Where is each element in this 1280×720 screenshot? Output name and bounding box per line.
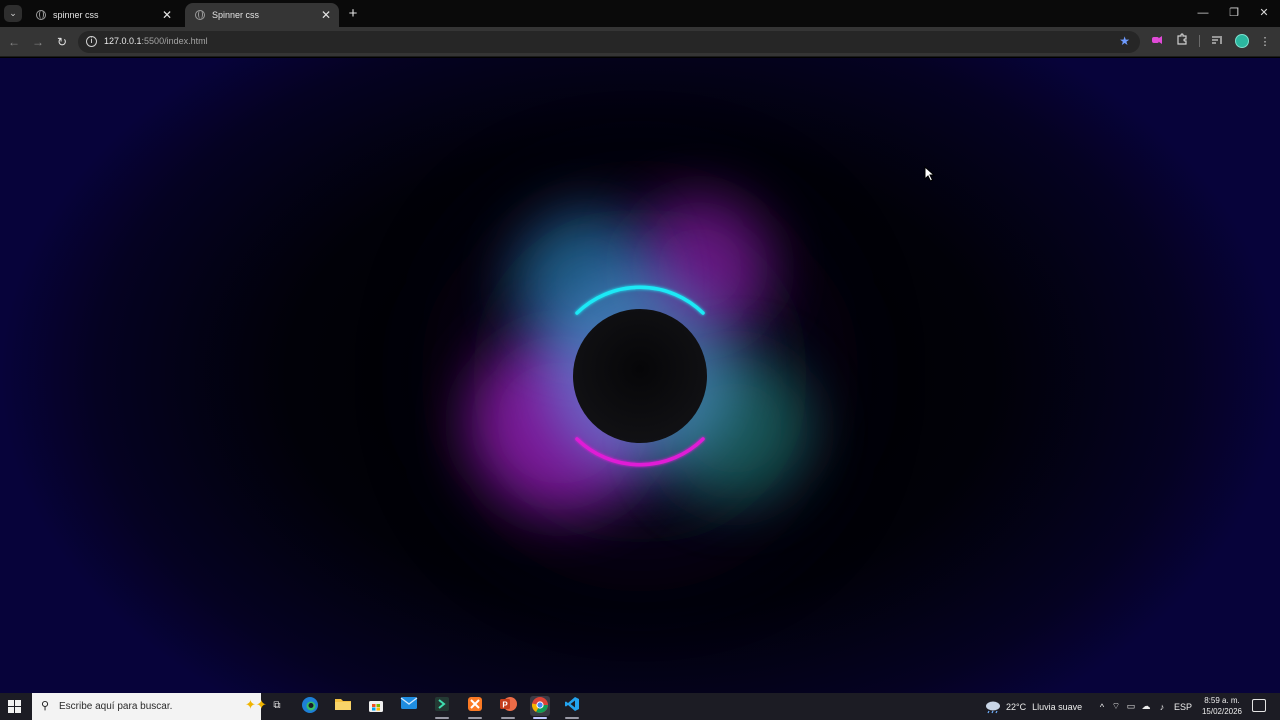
tab-spinner-css-1[interactable]: spinner css ✕ [26, 3, 180, 27]
extension-pink-glyph [1152, 36, 1162, 44]
reading-list-glyph [1212, 36, 1222, 44]
running-indicator [468, 717, 482, 719]
screen: ⌄ spinner css ✕ Spinner css ✕ + — ❐ ✕ ← … [0, 0, 1280, 720]
url-host: 127.0.0.1 [104, 36, 142, 46]
volume-icon[interactable]: ♪ [1154, 702, 1170, 712]
powerpoint-icon[interactable]: P [498, 696, 518, 716]
reading-list-icon[interactable] [1208, 33, 1226, 51]
weather-widget[interactable]: 22°C Lluvia suave [984, 693, 1082, 720]
language-indicator[interactable]: ESP [1174, 702, 1192, 712]
clock[interactable]: 8:59 a. m. 15/02/2026 [1197, 695, 1247, 717]
running-indicator [565, 717, 579, 719]
terminal-glyph [435, 697, 449, 711]
search-placeholder: Escribe aquí para buscar. [59, 701, 173, 712]
toolbar-separator [1199, 35, 1200, 47]
tab-close-icon[interactable]: ✕ [160, 8, 174, 22]
battery-icon[interactable]: ▭ [1124, 701, 1138, 712]
network-icon[interactable]: ⌔ [1108, 701, 1124, 712]
spinner [573, 285, 707, 467]
url-path: :5500/index.html [141, 36, 208, 46]
running-indicator [435, 717, 449, 719]
globe-icon [195, 10, 205, 20]
file-explorer-icon[interactable] [333, 696, 353, 716]
bookmark-star-icon[interactable]: ★ [1119, 34, 1130, 48]
vscode-glyph [565, 697, 579, 711]
spinner-core [573, 309, 707, 443]
forward-button[interactable]: → [28, 33, 48, 51]
puzzle-icon[interactable] [1173, 33, 1191, 51]
tab-spinner-css-2[interactable]: Spinner css ✕ [185, 3, 339, 27]
restore-button[interactable]: ❐ [1219, 4, 1249, 22]
taskbar-search[interactable]: ⚲ Escribe aquí para buscar. ✦✦ [32, 693, 267, 720]
page-viewport [0, 58, 1280, 693]
notification-icon[interactable] [1252, 699, 1266, 712]
store-glyph [369, 701, 383, 712]
running-indicator [501, 717, 515, 719]
onedrive-icon[interactable]: ☁ [1138, 701, 1154, 712]
chrome-icon[interactable] [530, 696, 550, 716]
site-info-icon[interactable]: i [86, 36, 97, 47]
globe-icon [36, 10, 46, 20]
mail-icon[interactable] [399, 696, 419, 716]
active-indicator [533, 717, 547, 719]
rain-cloud-icon [986, 701, 1000, 713]
powerpoint-glyph: P [500, 697, 517, 711]
menu-dots-icon[interactable]: ⋮ [1256, 33, 1274, 51]
profile-avatar[interactable] [1235, 34, 1249, 48]
sparkle-icon: ✦✦ [245, 697, 267, 712]
system-tray: ^ ⌔ ▭ ☁ ♪ ESP [1096, 693, 1192, 720]
mail-glyph [400, 697, 418, 709]
address-bar[interactable]: i 127.0.0.1:5500/index.html ★ [78, 31, 1140, 53]
reload-button[interactable]: ↻ [52, 33, 72, 51]
mouse-cursor-icon [924, 166, 936, 182]
minimize-button[interactable]: — [1188, 4, 1218, 22]
store-icon[interactable] [366, 696, 386, 716]
tab-title: Spinner css [212, 10, 260, 20]
tab-close-icon[interactable]: ✕ [319, 8, 333, 22]
back-button[interactable]: ← [4, 33, 24, 51]
search-icon: ⚲ [41, 700, 50, 712]
tab-search-button[interactable]: ⌄ [4, 5, 22, 22]
xampp-icon[interactable] [465, 696, 485, 716]
folder-glyph [335, 699, 351, 710]
windows-start-icon[interactable] [8, 700, 21, 713]
taskbar: ⚲ Escribe aquí para buscar. ✦✦ ⧉ P 22°C … [0, 693, 1280, 720]
puzzle-glyph [1177, 33, 1187, 45]
edge-icon[interactable] [300, 696, 320, 716]
chrome-glyph [531, 697, 548, 713]
vscode-icon[interactable] [562, 696, 582, 716]
close-window-button[interactable]: ✕ [1249, 4, 1279, 22]
tab-title: spinner css [53, 10, 99, 20]
clock-time: 8:59 a. m. [1204, 696, 1240, 705]
weather-temperature: 22°C [1006, 701, 1027, 712]
new-tab-button[interactable]: + [344, 5, 362, 22]
terminal-app-icon[interactable] [432, 696, 452, 716]
url-text[interactable]: 127.0.0.1:5500/index.html [104, 36, 208, 46]
clock-date: 15/02/2026 [1201, 707, 1243, 716]
edge-glyph [302, 697, 318, 713]
tab-strip: ⌄ spinner css ✕ Spinner css ✕ + — ❐ ✕ [0, 0, 1280, 27]
weather-condition: Lluvia suave [1032, 701, 1083, 712]
browser-toolbar: ← → ↻ i 127.0.0.1:5500/index.html ★ ⋮ [0, 27, 1280, 57]
extension-pink-icon[interactable] [1148, 33, 1166, 51]
task-view-icon[interactable]: ⧉ [267, 696, 287, 716]
chevron-up-icon[interactable]: ^ [1096, 702, 1108, 712]
svg-text:P: P [502, 701, 508, 710]
xampp-glyph [468, 697, 482, 711]
